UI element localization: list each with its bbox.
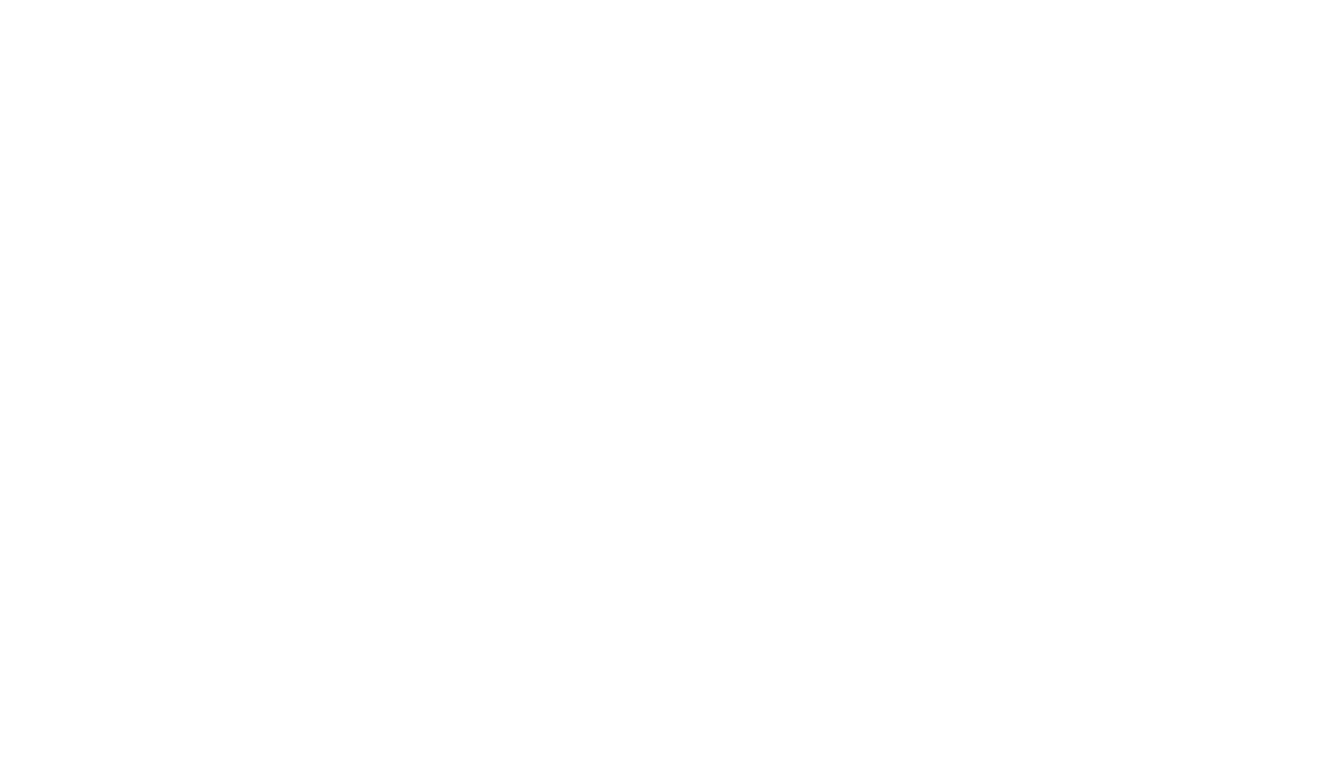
- connections-svg: [0, 0, 1328, 768]
- diagram-container: [0, 0, 1328, 768]
